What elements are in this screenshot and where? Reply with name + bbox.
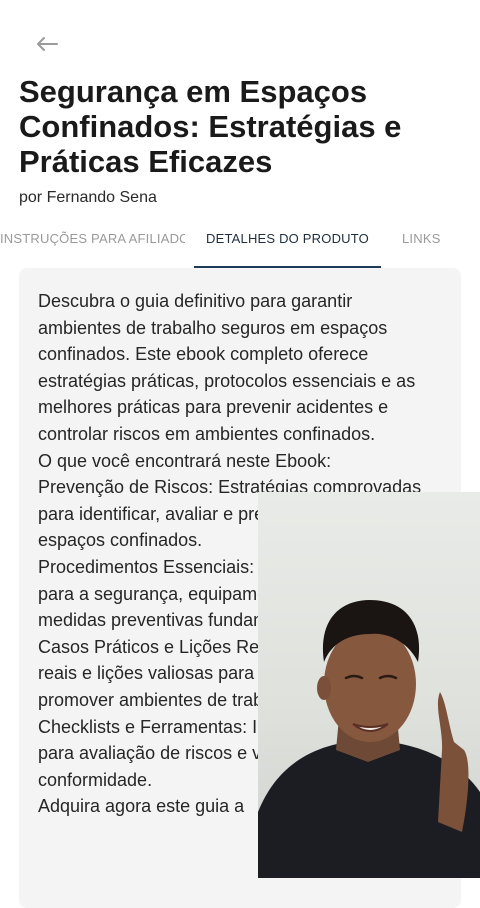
- tab-product-details[interactable]: DETALHES DO PRODUTO: [194, 218, 381, 268]
- tab-affiliate-instructions[interactable]: INSTRUÇÕES PARA AFILIADOS: [0, 218, 185, 266]
- page-title: Segurança em Espaços Confinados: Estraté…: [19, 74, 402, 179]
- tab-bar: INSTRUÇÕES PARA AFILIADOS DETALHES DO PR…: [0, 218, 480, 268]
- person-video-frame: [258, 600, 480, 878]
- back-button[interactable]: [30, 30, 64, 62]
- video-overlay[interactable]: [258, 492, 480, 878]
- tab-links[interactable]: LINKS: [402, 218, 462, 266]
- author-name: por Fernando Sena: [19, 189, 157, 206]
- arrow-left-icon: [35, 36, 59, 57]
